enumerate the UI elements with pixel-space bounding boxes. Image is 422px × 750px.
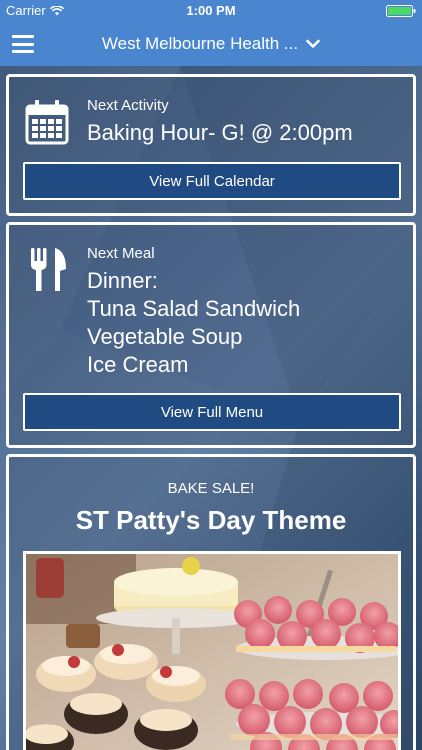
nav-title: West Melbourne Health ... xyxy=(101,34,299,53)
bake-sale-image xyxy=(26,554,398,750)
next-activity-value: Baking Hour- G! @ 2:00pm xyxy=(87,120,353,145)
fork-knife-icon xyxy=(31,248,66,291)
bake-sale-photo xyxy=(23,551,401,750)
battery-icon xyxy=(386,5,416,17)
nav-bar: West Melbourne Health ... xyxy=(0,22,422,66)
promo-title: ST Patty's Day Theme xyxy=(75,505,347,535)
calendar-icon xyxy=(25,100,69,145)
view-full-calendar-button[interactable]: View Full Calendar xyxy=(23,162,401,200)
view-full-menu-button[interactable]: View Full Menu xyxy=(23,393,401,431)
status-bar: Carrier 1:00 PM xyxy=(0,0,422,22)
status-time: 1:00 PM xyxy=(186,3,236,18)
next-meal-label: Next Meal xyxy=(87,245,155,262)
next-activity-card: Next Activity Baking Hour- G! @ 2:00pm V… xyxy=(6,74,416,216)
meal-line: Vegetable Soup xyxy=(87,324,243,349)
facility-selector[interactable]: West Melbourne Health ... xyxy=(0,34,422,54)
meal-line: Ice Cream xyxy=(87,352,189,377)
promo-card: BAKE SALE! ST Patty's Day Theme xyxy=(6,454,416,750)
next-meal-card: Next Meal Dinner: Tuna Salad Sandwich Ve… xyxy=(6,222,416,448)
chevron-down-icon xyxy=(306,39,320,48)
next-activity-label: Next Activity xyxy=(87,97,169,114)
promo-subtitle: BAKE SALE! xyxy=(167,480,255,497)
meal-line: Tuna Salad Sandwich xyxy=(87,296,301,321)
meal-line: Dinner: xyxy=(87,268,158,293)
